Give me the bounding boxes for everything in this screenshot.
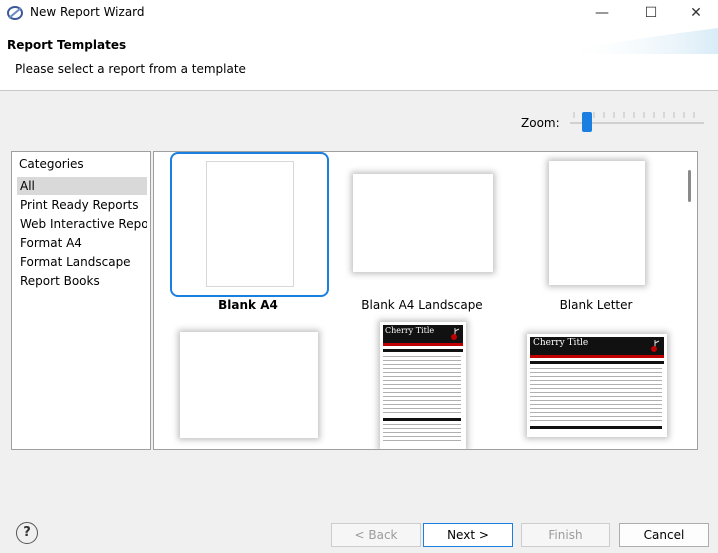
window-title: New Report Wizard — [30, 5, 145, 19]
minimize-button[interactable]: — — [579, 0, 625, 26]
page-title: Report Templates — [7, 38, 127, 52]
cherry-red-rule — [383, 343, 463, 346]
template-preview-blank-landscape-2 — [180, 332, 318, 438]
category-item-all[interactable]: All — [17, 177, 147, 195]
cherry-section-rule — [530, 361, 664, 364]
maximize-button[interactable]: ☐ — [628, 0, 674, 26]
cherry-section-rule — [383, 349, 463, 352]
page-subtitle: Please select a report from a template — [15, 62, 246, 76]
eclipse-app-icon — [7, 6, 23, 20]
template-cherry-portrait[interactable]: Cherry Title — [344, 318, 504, 449]
category-item-web-interactive-label: Web Interactive Reports — [20, 217, 147, 231]
template-label-blank-letter: Blank Letter — [559, 298, 633, 312]
zoom-slider[interactable] — [570, 112, 704, 134]
template-preview-blank-a4 — [206, 161, 294, 287]
category-item-print-ready[interactable]: Print Ready Reports — [17, 196, 147, 214]
templates-gallery[interactable]: Blank A4 Blank A4 Landscape Blank Letter… — [153, 151, 698, 450]
template-blank-letter[interactable] — [518, 152, 678, 297]
category-item-web-interactive[interactable]: Web Interactive Reports — [17, 215, 147, 233]
header-banner-graphic — [558, 28, 718, 54]
template-preview-blank-letter — [549, 161, 645, 285]
cherry-title-bar: Cherry Title — [383, 325, 463, 343]
zoom-label: Zoom: — [521, 116, 560, 130]
scrollbar-thumb[interactable] — [688, 170, 691, 202]
category-item-format-landscape[interactable]: Format Landscape — [17, 253, 147, 271]
category-item-format-a4[interactable]: Format A4 — [17, 234, 147, 252]
slider-thumb[interactable] — [582, 112, 592, 132]
template-cherry-landscape[interactable]: Cherry Title — [518, 324, 678, 449]
cherry-title-text: Cherry Title — [385, 326, 435, 335]
cherry-title-bar: Cherry Title — [530, 337, 664, 355]
close-button[interactable]: ✕ — [673, 0, 718, 26]
cancel-button[interactable]: Cancel — [619, 523, 709, 547]
template-blank-a4[interactable] — [170, 152, 330, 312]
template-label-blank-a4: Blank A4 — [218, 298, 278, 312]
templates-scrollbar[interactable] — [683, 152, 697, 449]
next-button[interactable]: Next > — [423, 523, 513, 547]
back-button[interactable]: < Back — [331, 523, 421, 547]
cherry-table-lines — [530, 368, 662, 429]
cherry-table-lines — [383, 356, 461, 441]
template-preview-cherry-landscape: Cherry Title — [527, 334, 667, 437]
cherry-red-rule — [530, 355, 664, 358]
cherry-icon — [451, 328, 460, 340]
template-blank-landscape-2[interactable] — [170, 324, 330, 449]
template-preview-cherry-portrait: Cherry Title — [380, 322, 466, 449]
finish-button[interactable]: Finish — [521, 523, 610, 547]
cherry-icon — [651, 340, 660, 352]
category-item-report-books[interactable]: Report Books — [17, 272, 147, 290]
template-blank-a4-landscape[interactable] — [344, 152, 504, 297]
cherry-title-text: Cherry Title — [533, 338, 589, 348]
title-bar: New Report Wizard — ☐ ✕ — [0, 0, 718, 26]
template-preview-blank-a4-landscape — [353, 174, 493, 272]
categories-list[interactable]: Categories All Print Ready Reports Web I… — [11, 151, 151, 450]
categories-header: Categories — [19, 157, 84, 171]
template-label-blank-a4-landscape: Blank A4 Landscape — [361, 298, 483, 312]
wizard-header: Report Templates Please select a report … — [0, 26, 718, 91]
help-icon[interactable]: ? — [16, 522, 38, 544]
